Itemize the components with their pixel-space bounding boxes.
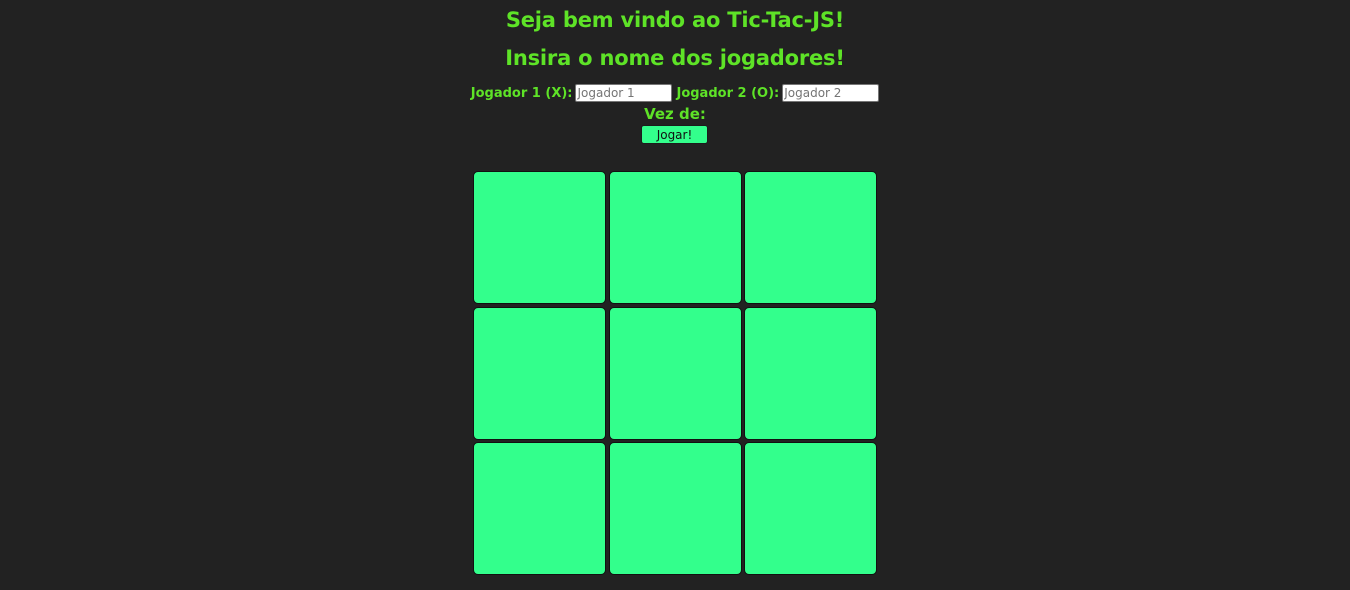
player1-name-input[interactable] xyxy=(575,84,673,102)
board-cell-2[interactable] xyxy=(608,171,742,304)
board-cell-5[interactable] xyxy=(608,306,742,440)
welcome-title: Seja bem vindo ao Tic-Tac-JS! xyxy=(505,8,845,32)
play-button[interactable]: Jogar! xyxy=(641,125,708,144)
turn-label: Vez de: xyxy=(644,105,706,123)
player1-label: Jogador 1 (X): xyxy=(470,85,573,101)
board-cell-3[interactable] xyxy=(744,171,877,304)
players-form: Jogador 1 (X): Jogador 2 (O): xyxy=(0,83,1350,103)
game-board xyxy=(473,171,877,575)
board-cell-7[interactable] xyxy=(473,442,606,575)
board-cell-4[interactable] xyxy=(473,306,606,440)
board-cell-9[interactable] xyxy=(744,442,877,575)
board-cell-1[interactable] xyxy=(473,171,606,304)
board-cell-6[interactable] xyxy=(744,306,877,440)
player2-label: Jogador 2 (O): xyxy=(676,85,780,101)
turn-indicator: Vez de: xyxy=(0,105,1350,123)
board-cell-8[interactable] xyxy=(608,442,742,575)
instruction-title: Insira o nome dos jogadores! xyxy=(505,46,845,70)
player2-name-input[interactable] xyxy=(782,84,880,102)
